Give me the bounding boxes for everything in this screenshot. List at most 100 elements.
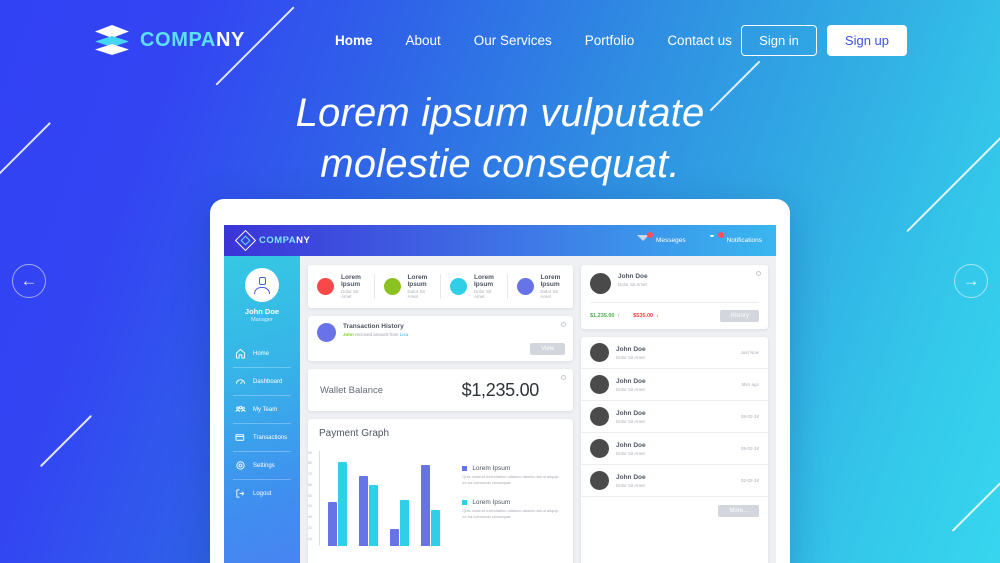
transaction-history-card: Transaction History John received amount… [308,316,573,361]
nav-item-our-services[interactable]: Our Services [474,33,552,48]
sidebar-item-settings[interactable]: Settings [233,452,291,480]
card-icon [235,434,245,441]
list-item-time: 5hrs ago [741,382,759,387]
carousel-prev-button[interactable]: ← [12,264,46,298]
legend-swatch [462,500,468,505]
legend-swatch [462,466,468,471]
carousel-next-button[interactable]: → [954,264,988,298]
main-nav: Home About Our Services Portfolio Contac… [335,33,732,48]
sidebar-item-my-team[interactable]: My Team [233,396,291,424]
avatar[interactable] [245,268,279,302]
stat-subtitle: Dolor Sit Amet [540,289,558,299]
bell-icon [708,232,724,246]
more-button[interactable]: More... [718,505,759,517]
avatar [590,471,609,490]
messages-button[interactable]: Messeges [637,232,686,246]
sidebar-label-my-team: My Team [253,406,278,413]
deco-line-5 [39,414,93,468]
bar-group [390,500,409,546]
stat-item[interactable]: Lorem Ipsum Dolor Sit Amet [375,274,441,299]
stat-item[interactable]: Lorem Ipsum Dolor Sit Amet [308,274,375,299]
card-options-icon[interactable] [756,271,761,276]
sidebar-item-transactions[interactable]: Transactions [233,424,291,452]
auth-buttons: Sign in Sign up [741,24,907,56]
user-name: John Doe [618,273,648,280]
sidebar-item-dashboard[interactable]: Dashboard [233,368,291,396]
sign-in-button[interactable]: Sign in [741,24,817,56]
diamond-logo-icon [234,229,257,252]
hero-line-2: molestie consequat. [320,142,680,187]
y-tick: 10 [308,537,312,541]
avatar [590,343,609,362]
stat-dot [383,278,401,295]
stat-dot [317,278,334,295]
list-item[interactable]: John Doe Dolor Sit Amet 05-02-18 [581,433,768,465]
sidebar-user-name: John Doe [244,307,280,316]
dashboard-header-actions: Messeges Notifications [637,232,762,246]
stat-item[interactable]: Lorem Ipsum Dolor Sit Amet [441,274,508,299]
deco-line-6 [951,470,1000,532]
y-tick: 70 [308,472,312,476]
bar [400,500,409,546]
site-logo[interactable]: COMPANY [95,25,245,55]
sidebar-item-home[interactable]: Home [233,340,291,368]
sidebar-label-home: Home [253,350,270,357]
nav-item-portfolio[interactable]: Portfolio [585,33,635,48]
list-item-name: John Doe [616,377,646,385]
list-item[interactable]: John Doe Dolor Sit Amet Just Now [581,337,768,369]
nav-item-contact-us[interactable]: Contact us [667,33,732,48]
card-options-icon[interactable] [561,322,566,327]
bar [390,529,399,546]
card-options-icon[interactable] [561,375,566,380]
dashboard-screen: COMPANY Messeges Notifications John Doe … [224,225,776,563]
list-item-name: John Doe [616,345,646,353]
view-button[interactable]: View [530,343,565,355]
user-summary-card: John Doe Dolor Sit Amet $1,235.00 ↑ $535… [581,265,768,329]
notifications-button[interactable]: Notifications [708,232,762,246]
nav-item-home[interactable]: Home [335,33,373,48]
sidebar-label-dashboard: Dashboard [253,378,283,385]
y-tick: 80 [308,461,312,465]
arrow-left-icon: ← [20,271,38,290]
y-tick: 30 [308,515,312,519]
wallet-balance-card: Wallet Balance $1,235.00 [308,369,573,411]
stat-dot [450,278,467,295]
list-item-time: 05-02-18 [740,446,759,451]
device-mockup: COMPANY Messeges Notifications John Doe … [210,199,790,563]
list-item-name: John Doe [616,441,646,449]
y-tick: 20 [308,526,312,530]
list-item[interactable]: John Doe Dolor Sit Amet 02-02-18 [581,465,768,497]
bar-group-container [328,451,440,546]
dashboard-logo-part2: NY [296,235,311,246]
dashboard-logo[interactable]: COMPANY [234,229,310,252]
messages-label: Messeges [655,237,686,244]
logout-icon [236,489,245,498]
legend-label: Lorem Ipsum [472,499,511,506]
sign-up-button[interactable]: Sign up [826,24,907,56]
mail-icon [637,232,653,246]
stat-subtitle: Dolor Sit Amet [407,289,425,299]
stat-title: Lorem Ipsum [407,274,428,288]
list-item-subtitle: Dolor Sit Amet [616,354,645,360]
site-logo-text: COMPANY [140,29,245,52]
amount-incoming-value: $1,235.00 [590,313,615,319]
legend-description: Quis nostrud exercitation ullamco labori… [462,508,559,519]
notifications-label: Notifications [726,237,762,244]
history-button[interactable]: History [720,310,759,322]
transaction-mid-text: received amount from [353,332,400,337]
dashboard-logo-text: COMPANY [259,235,310,246]
unread-badge [646,232,653,238]
sidebar-menu: Home Dashboard My Team Transactions Sett… [224,340,300,507]
list-item[interactable]: John Doe Dolor Sit Amet 5hrs ago [581,369,768,401]
payment-graph-card: Payment Graph 90 80 70 60 50 40 30 20 10… [308,419,573,563]
stat-title: Lorem Ipsum [474,274,494,288]
list-item[interactable]: John Doe Dolor Sit Amet 08-02-18 [581,401,768,433]
list-item-name: John Doe [616,409,646,417]
arrow-up-icon: ↑ [617,313,621,319]
sidebar-item-logout[interactable]: Logout [233,480,291,507]
gear-icon [236,461,245,470]
list-item-time: 08-02-18 [740,414,759,419]
nav-item-about[interactable]: About [405,33,440,48]
stat-item[interactable]: Lorem Ipsum Dolor Sit Amet [508,274,574,299]
dashboard-main: Lorem Ipsum Dolor Sit Amet Lorem Ipsum Dol… [300,256,776,563]
